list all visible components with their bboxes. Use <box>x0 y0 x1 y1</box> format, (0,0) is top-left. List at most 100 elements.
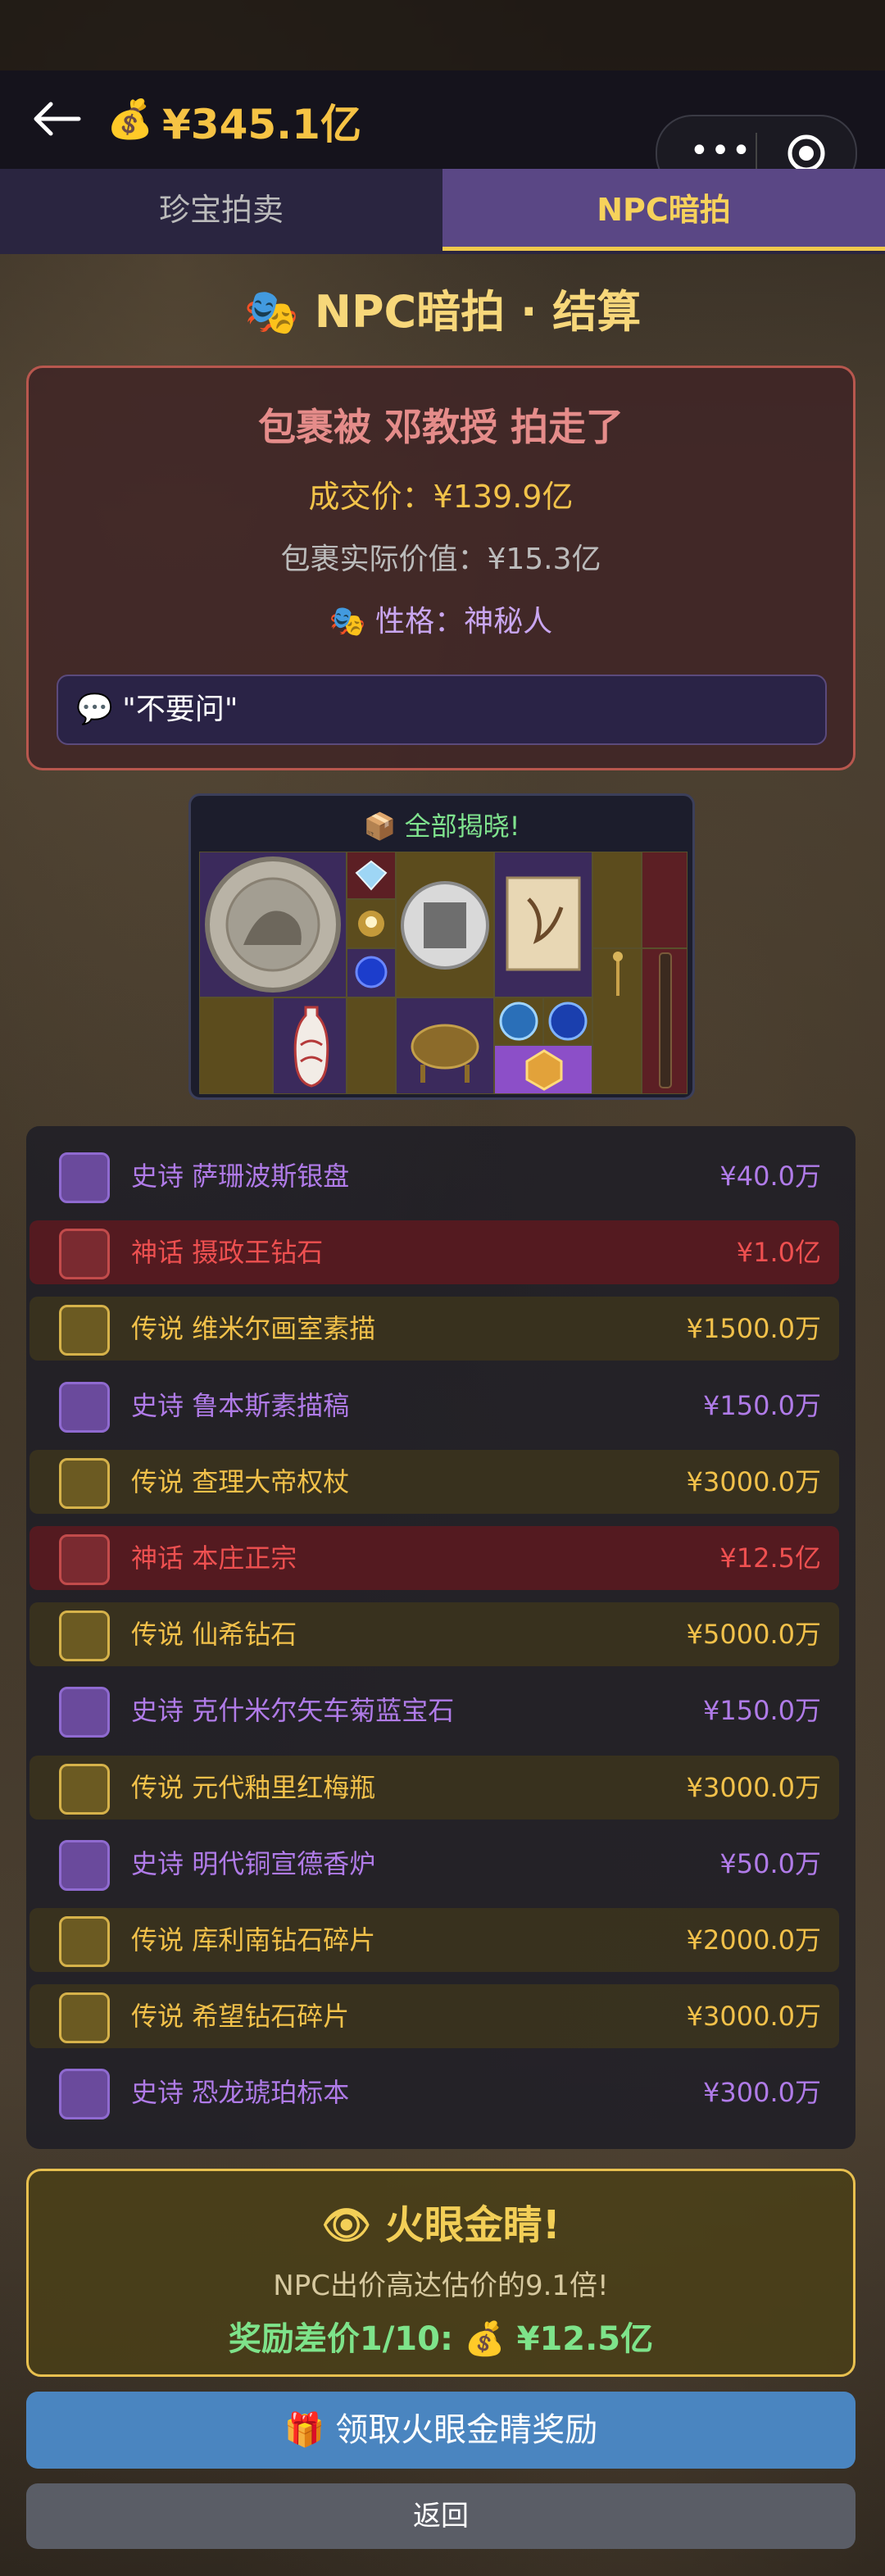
capsule-divider <box>756 133 757 174</box>
item-icon <box>59 1763 110 1815</box>
item-price: ¥5000.0万 <box>686 1619 821 1651</box>
item-name-text: 萨珊波斯银盘 <box>192 1161 350 1192</box>
gift-icon: 🎁 <box>284 2411 325 2449</box>
tab-npc-blind-auction[interactable]: NPC暗拍 <box>442 169 885 251</box>
grid-cell <box>347 997 396 1094</box>
item-rarity: 传说 <box>131 2001 184 2033</box>
item-name-text: 元代釉里红梅瓶 <box>192 1771 376 1803</box>
item-row[interactable]: 传说 维米尔画室素描 ¥1500.0万 <box>30 1297 839 1361</box>
scepter-icon[interactable] <box>604 950 632 999</box>
item-price: ¥12.5亿 <box>719 1542 821 1574</box>
item-name: 史诗 明代铜宣德香炉 <box>131 1832 375 1896</box>
item-icon <box>59 1916 110 1967</box>
item-price: ¥300.0万 <box>703 2077 821 2109</box>
back-button[interactable] <box>28 93 85 144</box>
crown-diamond-icon[interactable] <box>352 904 391 943</box>
item-rarity: 史诗 <box>131 2077 184 2109</box>
item-row[interactable]: 史诗 克什米尔矢车菊蓝宝石 ¥150.0万 <box>30 1679 839 1742</box>
item-name-text: 查理大帝权杖 <box>192 1465 350 1497</box>
item-row[interactable]: 史诗 鲁本斯素描稿 ¥150.0万 <box>30 1374 839 1438</box>
actual-value: 包裹实际价值：¥15.3亿 <box>280 543 601 576</box>
tab-treasure-auction[interactable]: 珍宝拍卖 <box>0 169 442 251</box>
deal-price: 成交价：¥139.9亿 <box>308 479 574 515</box>
cullinan-fragment-icon[interactable] <box>496 999 542 1043</box>
claim-reward-button[interactable]: 🎁 领取火眼金睛奖励 <box>26 2392 856 2469</box>
personality-text: 性格：神秘人 <box>375 605 553 638</box>
item-row[interactable]: 神话 摄政王钻石 ¥1.0亿 <box>30 1220 839 1285</box>
amber-specimen-icon[interactable] <box>524 1048 565 1091</box>
reward-bonus: 奖励差价1/10: 💰 ¥12.5亿 <box>228 2320 654 2358</box>
item-icon <box>59 1839 110 1891</box>
item-rarity: 神话 <box>131 1542 184 1574</box>
item-price: ¥150.0万 <box>703 1389 821 1421</box>
diamond-icon[interactable] <box>353 858 389 893</box>
item-name: 史诗 鲁本斯素描稿 <box>131 1374 349 1438</box>
item-name: 神话 本庄正宗 <box>131 1526 297 1590</box>
item-icon <box>59 1992 110 2044</box>
item-rarity: 传说 <box>131 1465 184 1497</box>
item-row[interactable]: 史诗 恐龙琥珀标本 ¥300.0万 <box>30 2060 839 2124</box>
item-name: 传说 库利南钻石碎片 <box>131 1908 375 1972</box>
item-name: 传说 元代釉里红梅瓶 <box>131 1756 375 1820</box>
sketch-medallion-icon[interactable] <box>399 878 491 973</box>
item-row[interactable]: 传说 希望钻石碎片 ¥3000.0万 <box>30 1984 839 2049</box>
item-row[interactable]: 史诗 明代铜宣德香炉 ¥50.0万 <box>30 1832 839 1896</box>
item-icon <box>59 1381 110 1433</box>
reward-title-text: 火眼金睛! <box>384 2202 560 2248</box>
item-name-text: 库利南钻石碎片 <box>192 1924 376 1956</box>
silver-plate-icon[interactable] <box>202 855 343 994</box>
grid-cell <box>642 852 688 948</box>
mask-icon: 🎭 <box>329 605 366 638</box>
item-name: 神话 摄政王钻石 <box>131 1220 323 1284</box>
quote-text: "不要问" <box>122 693 238 726</box>
item-row[interactable]: 传说 库利南钻石碎片 ¥2000.0万 <box>30 1908 839 1972</box>
grid-cell <box>199 997 273 1094</box>
item-price: ¥1.0亿 <box>736 1237 821 1269</box>
item-name: 史诗 克什米尔矢车菊蓝宝石 <box>131 1679 454 1742</box>
katana-icon[interactable] <box>647 950 684 1091</box>
money-bag-icon: 💰 <box>107 97 154 141</box>
item-name: 史诗 恐龙琥珀标本 <box>131 2060 349 2124</box>
incense-burner-icon[interactable] <box>404 1011 486 1088</box>
money-balance: ¥345.1亿 <box>162 101 361 148</box>
winner-title: 包裹被 邓教授 拍走了 <box>257 405 624 449</box>
item-name-text: 恐龙琥珀标本 <box>192 2077 350 2109</box>
return-button[interactable]: 返回 <box>26 2483 856 2549</box>
item-row[interactable]: 传说 元代釉里红梅瓶 ¥3000.0万 <box>30 1755 839 1820</box>
item-row[interactable]: 神话 本庄正宗 ¥12.5亿 <box>30 1526 839 1590</box>
item-rarity: 史诗 <box>131 1847 184 1879</box>
page-title-text: NPC暗拍 · 结算 <box>314 286 642 338</box>
item-rarity: 传说 <box>131 1924 184 1956</box>
rubens-sketch-icon[interactable] <box>504 875 583 973</box>
item-rarity: 传说 <box>131 1313 184 1345</box>
item-price: ¥3000.0万 <box>686 1465 821 1497</box>
reward-title: 👁 火眼金睛! <box>29 2192 853 2250</box>
item-price: ¥3000.0万 <box>686 2001 821 2033</box>
item-name: 史诗 萨珊波斯银盘 <box>131 1144 349 1208</box>
item-row[interactable]: 传说 查理大帝权杖 ¥3000.0万 <box>30 1449 839 1514</box>
item-price: ¥150.0万 <box>703 1695 821 1727</box>
speech-bubble-icon: 💬 <box>76 693 113 726</box>
item-name: 传说 希望钻石碎片 <box>131 1984 349 2048</box>
item-price: ¥3000.0万 <box>686 1771 821 1803</box>
item-rarity: 史诗 <box>131 1389 184 1421</box>
hope-fragment-icon[interactable] <box>545 999 591 1043</box>
item-icon <box>59 1305 110 1356</box>
item-rarity: 史诗 <box>131 1695 184 1727</box>
item-row[interactable]: 传说 仙希钻石 ¥5000.0万 <box>30 1602 839 1667</box>
item-icon <box>59 2069 110 2120</box>
item-icon <box>59 1152 110 1203</box>
item-name: 传说 仙希钻石 <box>131 1602 297 1666</box>
eye-icon: 👁 <box>321 2202 372 2248</box>
theater-masks-icon: 🎭 <box>243 286 299 338</box>
item-price: ¥2000.0万 <box>686 1924 821 1956</box>
claim-label: 领取火眼金睛奖励 <box>335 2411 598 2449</box>
sapphire-icon[interactable] <box>352 952 391 993</box>
inventory-grid <box>199 852 688 1094</box>
item-name: 传说 维米尔画室素描 <box>131 1297 375 1361</box>
meiping-vase-icon[interactable] <box>289 1004 334 1089</box>
item-row[interactable]: 史诗 萨珊波斯银盘 ¥40.0万 <box>30 1144 839 1208</box>
item-rarity: 神话 <box>131 1237 184 1269</box>
item-name-text: 摄政王钻石 <box>192 1237 324 1269</box>
item-price: ¥40.0万 <box>719 1161 821 1192</box>
